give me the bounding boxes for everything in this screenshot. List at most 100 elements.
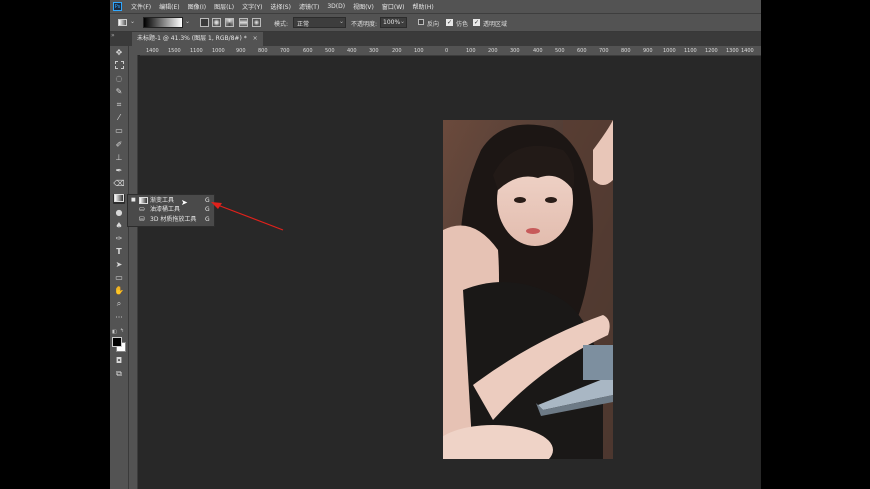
ruler-tick: 300 [369, 48, 379, 54]
ruler-tick: 900 [236, 48, 246, 54]
ruler-tick: 1000 [212, 48, 225, 54]
ruler-tick: 100 [414, 48, 424, 54]
move-tool-icon[interactable]: ✥ [113, 48, 125, 58]
default-colors-icon[interactable]: ◧ [112, 329, 117, 335]
radial-gradient-icon[interactable] [212, 18, 221, 27]
menu-window[interactable]: 窗口(W) [382, 2, 405, 11]
linear-gradient-icon[interactable] [200, 18, 209, 27]
menu-layer[interactable]: 图层(L) [214, 2, 234, 11]
ruler-tick: 1100 [190, 48, 203, 54]
close-icon[interactable]: × [253, 35, 258, 42]
flyout-item-label: 渐变工具 [150, 197, 175, 204]
reverse-label: 反向 [427, 21, 440, 28]
foreground-color-swatch[interactable] [112, 337, 122, 347]
gradient-tool-flyout: ■ 渐变工具 G ⛀ 油漆桶工具 G ⛁ 3D 材质拖放工具 G [127, 194, 215, 227]
opacity-chevron-icon[interactable]: ⌄ [400, 18, 405, 25]
tool-preset-icon[interactable] [118, 19, 127, 26]
quick-mask-icon[interactable]: ◘ [113, 356, 125, 366]
healing-brush-tool-icon[interactable]: ▭ [113, 126, 125, 136]
blur-tool-icon[interactable]: ● [113, 208, 125, 218]
diamond-gradient-icon[interactable] [252, 18, 261, 27]
dodge-tool-icon[interactable]: ♠ [113, 221, 125, 231]
ruler-tick: 600 [303, 48, 313, 54]
ruler-tick: 1500 [168, 48, 181, 54]
photoshop-window: Ps 文件(F) 编辑(E) 图像(I) 图层(L) 文字(Y) 选择(S) 滤… [110, 0, 761, 489]
mode-select[interactable]: 正常 ⌄ [293, 17, 346, 28]
angle-gradient-icon[interactable] [225, 18, 234, 27]
ruler-tick: 500 [325, 48, 335, 54]
transparency-checkbox[interactable]: ✓ [473, 19, 480, 26]
gradient-picker-chevron-icon[interactable]: ⌄ [185, 18, 190, 25]
brush-tool-icon[interactable]: ✐ [113, 140, 125, 150]
ruler-tick: 900 [643, 48, 653, 54]
menu-file[interactable]: 文件(F) [131, 2, 151, 11]
menu-filter[interactable]: 滤镜(T) [299, 2, 319, 11]
dither-checkbox[interactable]: ✓ [446, 19, 453, 26]
more-tools-icon[interactable]: ··· [113, 313, 125, 323]
reflected-gradient-icon[interactable] [239, 18, 248, 27]
opacity-label: 不透明度: [351, 21, 378, 28]
flyout-item-3d-material-drop[interactable]: ⛁ 3D 材质拖放工具 G [128, 215, 214, 224]
ruler-tick: 800 [258, 48, 268, 54]
reverse-checkbox[interactable] [418, 19, 424, 25]
opacity-value: 100% [383, 19, 401, 26]
menu-select[interactable]: 选择(S) [270, 2, 291, 11]
ruler-tick: 400 [347, 48, 357, 54]
zoom-tool-icon[interactable]: ⌕ [113, 299, 125, 309]
flyout-item-gradient[interactable]: ■ 渐变工具 G [128, 196, 214, 205]
rectangle-tool-icon[interactable]: ▭ [113, 273, 125, 283]
ruler-tick: 800 [621, 48, 631, 54]
ruler-corner [128, 46, 140, 55]
ruler-tick: 1400 [146, 48, 159, 54]
ruler-tick: 600 [577, 48, 587, 54]
collapse-icon[interactable]: » [111, 32, 115, 39]
menu-help[interactable]: 帮助(H) [413, 2, 434, 11]
options-bar: ⌄ ⌄ 模式: 正常 ⌄ 不透明度: 100% ⌄ 反向 ✓ 仿色 ✓ 透明区域 [110, 13, 761, 32]
menu-image[interactable]: 图像(I) [188, 2, 206, 11]
3d-material-drop-icon: ⛁ [139, 215, 145, 223]
mode-value: 正常 [297, 21, 310, 28]
history-brush-tool-icon[interactable]: ✒ [113, 166, 125, 176]
chevron-down-icon[interactable]: ⌄ [130, 18, 135, 25]
crop-tool-icon[interactable]: ⌗ [113, 100, 125, 110]
menu-type[interactable]: 文字(Y) [242, 2, 262, 11]
ruler-tick: 1400 [741, 48, 754, 54]
ruler-tick: 400 [533, 48, 543, 54]
screen-mode-icon[interactable]: ⧉ [113, 369, 125, 379]
path-select-tool-icon[interactable]: ➤ [113, 260, 125, 270]
eyedropper-tool-icon[interactable]: ⁄ [113, 113, 125, 123]
document-tab[interactable]: 未标题-1 @ 41.3% (图层 1, RGB/8#) * × [132, 32, 263, 46]
ruler-tick: 0 [445, 48, 449, 54]
mouse-cursor-icon: ➤ [181, 198, 188, 207]
menu-3d[interactable]: 3D(D) [327, 3, 345, 10]
document-tab-title: 未标题-1 @ 41.3% (图层 1, RGB/8#) * [137, 35, 247, 42]
gradient-tool-icon[interactable] [113, 194, 125, 204]
gradient-picker[interactable] [143, 17, 183, 28]
marquee-tool-icon[interactable] [113, 61, 125, 71]
ruler-tick: 1300 [726, 48, 739, 54]
portrait-image [443, 120, 613, 459]
mode-label: 模式: [274, 21, 289, 28]
photoshop-logo-icon: Ps [113, 2, 122, 11]
document-tab-bar: » 未标题-1 @ 41.3% (图层 1, RGB/8#) * × [110, 32, 761, 46]
menu-edit[interactable]: 编辑(E) [159, 2, 179, 11]
transparency-label: 透明区域 [483, 21, 508, 28]
eraser-tool-icon[interactable]: ⌫ [113, 179, 125, 189]
lasso-tool-icon[interactable]: ◌ [113, 74, 125, 84]
flyout-item-paint-bucket[interactable]: ⛀ 油漆桶工具 G [128, 205, 214, 214]
ruler-tick: 1100 [684, 48, 697, 54]
mode-chevron-icon: ⌄ [339, 18, 345, 25]
canvas-photo [443, 120, 613, 459]
type-tool-icon[interactable]: T [113, 247, 125, 257]
ruler-tick: 100 [466, 48, 476, 54]
stamp-tool-icon[interactable]: ⊥ [113, 153, 125, 163]
flyout-item-label: 油漆桶工具 [150, 206, 181, 213]
paint-bucket-icon: ⛀ [139, 205, 145, 213]
hand-tool-icon[interactable]: ✋ [113, 286, 125, 296]
ruler-tick: 300 [510, 48, 520, 54]
pen-tool-icon[interactable]: ✑ [113, 234, 125, 244]
menu-view[interactable]: 视图(V) [353, 2, 374, 11]
ruler-tick: 1200 [705, 48, 718, 54]
swap-colors-icon[interactable]: ↰ [120, 328, 124, 334]
quick-select-tool-icon[interactable]: ✎ [113, 87, 125, 97]
